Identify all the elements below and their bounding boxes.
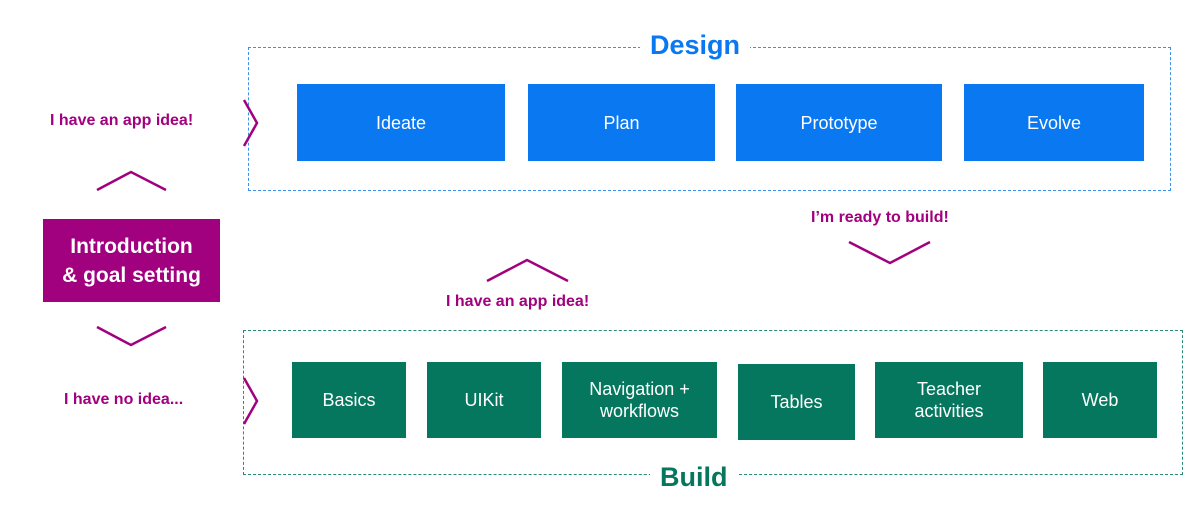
build-step-uikit[interactable]: UIKit (427, 362, 541, 438)
build-step-basics[interactable]: Basics (292, 362, 406, 438)
build-section-title: Build (650, 462, 738, 492)
design-step-prototype[interactable]: Prototype (736, 84, 942, 161)
chevron-up-icon (96, 170, 167, 192)
intro-label-line1: Introduction (70, 234, 193, 258)
path-label-build-to-design: I have an app idea! (446, 293, 590, 310)
build-step-navigation-workflows[interactable]: Navigation + workflows (562, 362, 717, 438)
path-label-to-design: I have an app idea! (50, 112, 194, 129)
build-step-label: Tables (770, 392, 823, 412)
build-step-web[interactable]: Web (1043, 362, 1157, 438)
build-step-tables[interactable]: Tables (738, 364, 855, 440)
intro-label-line2: & goal setting (62, 263, 201, 287)
intro-goal-setting-box[interactable]: Introduction & goal setting (43, 219, 220, 302)
chevron-down-icon (848, 240, 931, 265)
design-step-evolve[interactable]: Evolve (964, 84, 1144, 161)
design-step-label: Evolve (1026, 112, 1082, 133)
design-step-label: Ideate (375, 112, 427, 133)
build-step-label-line1: Navigation + (589, 379, 690, 399)
build-step-label: Web (1081, 390, 1119, 410)
build-step-label: UIKit (464, 390, 504, 410)
build-step-label-line2: activities (914, 401, 984, 421)
chevron-right-icon (242, 99, 259, 147)
path-label-to-build: I have no idea... (64, 391, 184, 408)
chevron-down-icon (96, 325, 167, 347)
build-step-teacher-activities[interactable]: Teacher activities (875, 362, 1023, 438)
design-step-label: Prototype (800, 112, 878, 133)
design-step-plan[interactable]: Plan (528, 84, 715, 161)
path-label-design-to-build: I’m ready to build! (811, 209, 949, 226)
build-step-label: Basics (322, 390, 376, 410)
design-step-ideate[interactable]: Ideate (297, 84, 505, 161)
chevron-right-icon (242, 377, 259, 425)
chevron-up-icon (486, 258, 569, 283)
build-step-label-line1: Teacher (916, 379, 982, 399)
design-step-label: Plan (603, 112, 640, 133)
design-section-title: Design (640, 30, 751, 60)
build-step-label-line2: workflows (599, 401, 679, 421)
